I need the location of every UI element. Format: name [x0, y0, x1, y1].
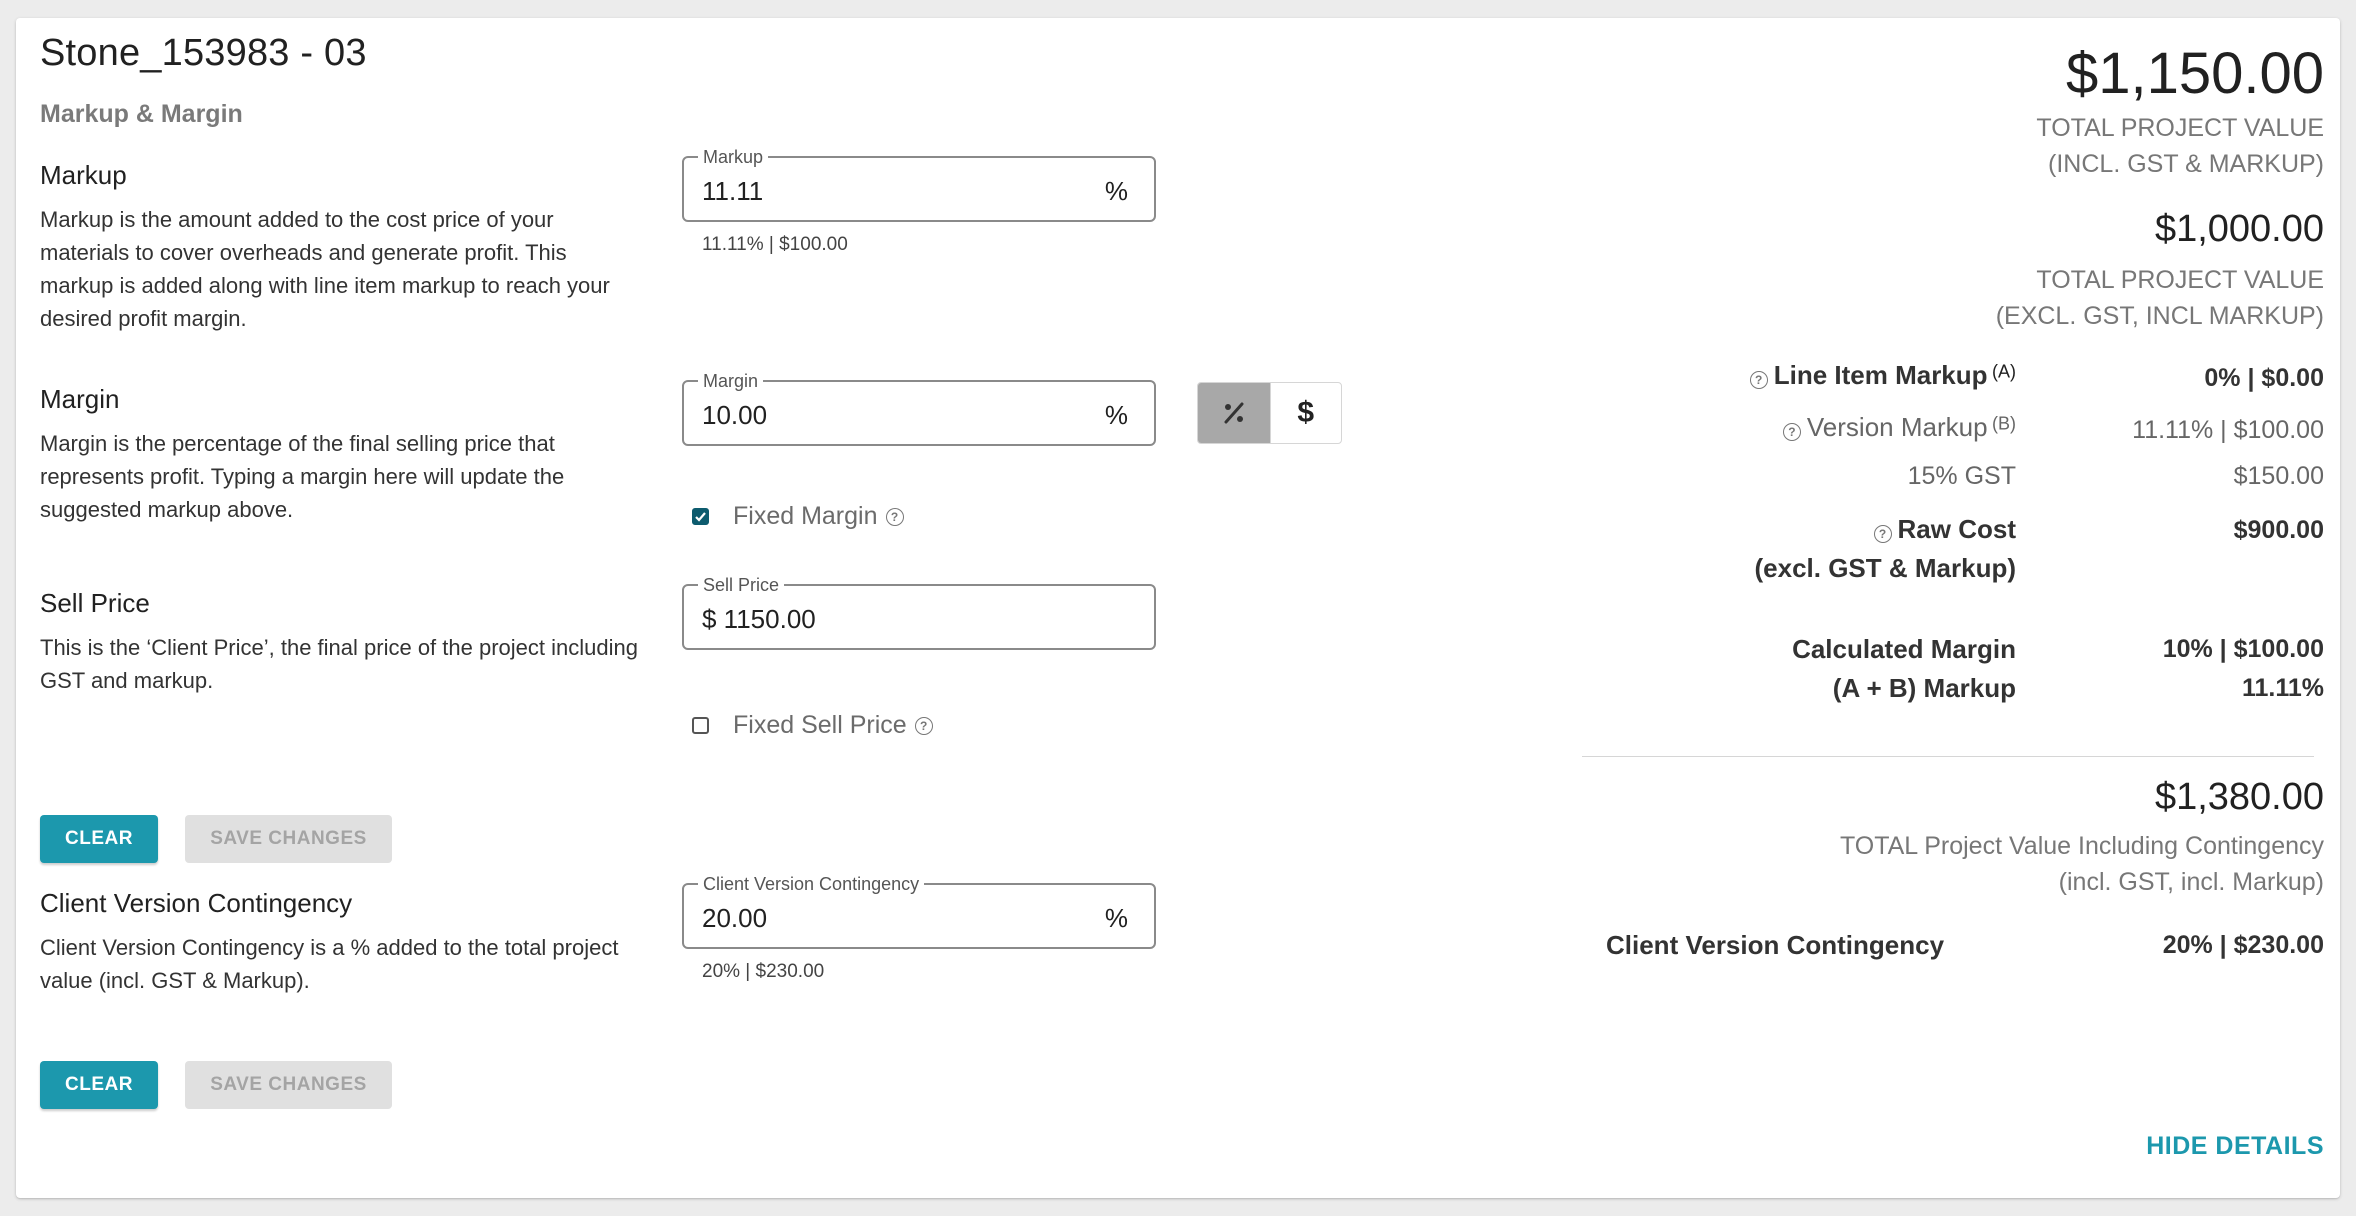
- clear-button[interactable]: CLEAR: [40, 1061, 158, 1109]
- line-item-markup-sup: (A): [1992, 361, 2016, 382]
- line-item-markup-row: ? Line Item Markup (A): [1749, 360, 2016, 391]
- contingency-caption-2: (incl. GST, incl. Markup): [2058, 868, 2324, 896]
- help-icon[interactable]: ?: [914, 716, 933, 735]
- sell-price-description: This is the ‘Client Price’, the final pr…: [40, 635, 638, 693]
- total-value-caption-2: (INCL. GST & MARKUP): [2048, 150, 2324, 178]
- fixed-sell-price-label: Fixed Sell Price: [733, 711, 907, 739]
- clear-button[interactable]: CLEAR: [40, 815, 158, 863]
- ab-markup-value: 11.11%: [2241, 674, 2324, 702]
- total-value-caption-1: TOTAL PROJECT VALUE: [2036, 114, 2324, 142]
- margin-unit: %: [1104, 400, 1128, 430]
- markup-description: Markup is the amount added to the cost p…: [40, 207, 610, 331]
- help-icon[interactable]: ?: [885, 507, 904, 526]
- excl-caption-1: TOTAL PROJECT VALUE: [2036, 266, 2324, 294]
- help-icon[interactable]: ?: [1749, 370, 1768, 389]
- contingency-total-value: $1,380.00: [2154, 776, 2324, 818]
- sell-price-heading: Sell Price: [40, 588, 150, 618]
- line-item-markup-value: 0% | $0.00: [2204, 364, 2324, 392]
- contingency-helper: 20% | $230.00: [702, 961, 825, 982]
- checkmark-icon: [695, 512, 706, 522]
- help-icon[interactable]: ?: [1782, 422, 1801, 441]
- summary-divider: [1582, 756, 2314, 757]
- client-version-contingency-label: Client Version Contingency: [1606, 930, 1945, 960]
- contingency-input[interactable]: Client Version Contingency 20.00 %: [682, 874, 1156, 949]
- ab-markup-label: (A + B) Markup: [1832, 673, 2016, 703]
- dollar-toggle-button[interactable]: $: [1269, 383, 1342, 443]
- fixed-sell-price-checkbox[interactable]: [692, 717, 709, 734]
- fixed-margin-label: Fixed Margin: [733, 502, 878, 530]
- raw-cost-value: $900.00: [2233, 516, 2324, 544]
- version-markup-sup: (B): [1992, 413, 2016, 434]
- fixed-margin-checkbox[interactable]: [692, 508, 709, 525]
- page-subtitle: Markup & Margin: [40, 100, 243, 128]
- version-markup-value: 11.11% | $100.00: [2132, 416, 2324, 444]
- calculated-margin-label: Calculated Margin: [1792, 634, 2016, 664]
- line-item-markup-label: Line Item Markup: [1773, 360, 1988, 390]
- calculated-margin-value: 10% | $100.00: [2162, 635, 2324, 663]
- margin-heading: Margin: [40, 384, 120, 414]
- raw-cost-sublabel: (excl. GST & Markup): [1754, 553, 2017, 583]
- markup-input-label: Markup: [698, 147, 769, 167]
- contingency-description: Client Version Contingency is a % added …: [40, 935, 619, 993]
- raw-cost-row: ? Raw Cost: [1873, 514, 2016, 545]
- sell-price-input[interactable]: Sell Price $ 1150.00: [682, 575, 1156, 650]
- contingency-input-label: Client Version Contingency: [698, 874, 925, 894]
- contingency-input-value: 20.00: [702, 903, 768, 933]
- gst-label: 15% GST: [1907, 462, 2016, 490]
- client-version-contingency-value: 20% | $230.00: [2162, 931, 2324, 959]
- margin-mode-toggle: $: [1197, 382, 1342, 444]
- markup-input[interactable]: Markup 11.11 %: [682, 147, 1156, 222]
- percent-icon: [1224, 402, 1244, 424]
- markup-helper: 11.11% | $100.00: [702, 234, 848, 255]
- markup-heading: Markup: [40, 160, 127, 190]
- contingency-heading: Client Version Contingency: [40, 888, 353, 918]
- fixed-margin-row[interactable]: Fixed Margin ?: [692, 502, 904, 531]
- margin-input-label: Margin: [698, 371, 764, 391]
- save-changes-button[interactable]: SAVE CHANGES: [185, 815, 392, 863]
- gst-value: $150.00: [2233, 462, 2324, 490]
- fixed-sell-price-row[interactable]: Fixed Sell Price ?: [692, 711, 933, 740]
- excl-caption-2: (EXCL. GST, INCL MARKUP): [1995, 302, 2324, 330]
- sell-price-input-label: Sell Price: [698, 575, 785, 595]
- percent-toggle-button[interactable]: [1198, 383, 1270, 443]
- markup-unit: %: [1104, 176, 1128, 206]
- raw-cost-label: Raw Cost: [1897, 514, 2016, 544]
- version-markup-row: ? Version Markup (B): [1782, 412, 2016, 443]
- hide-details-link[interactable]: HIDE DETAILS: [2146, 1132, 2324, 1161]
- margin-input-value: 10.00: [702, 400, 768, 430]
- markup-input-value: 11.11: [702, 176, 764, 206]
- save-changes-button[interactable]: SAVE CHANGES: [185, 1061, 392, 1109]
- help-icon[interactable]: ?: [1873, 524, 1892, 543]
- margin-description: Margin is the percentage of the final se…: [40, 431, 565, 522]
- margin-input[interactable]: Margin 10.00 %: [682, 371, 1156, 446]
- contingency-caption-1: TOTAL Project Value Including Contingenc…: [1839, 832, 2324, 860]
- total-project-value: $1,150.00: [2065, 41, 2324, 106]
- page-title: Stone_153983 - 03: [40, 32, 367, 74]
- contingency-unit: %: [1104, 903, 1128, 933]
- markup-margin-card: Stone_153983 - 03 Markup & Margin Markup…: [16, 18, 2340, 1198]
- version-markup-label: Version Markup: [1806, 412, 1988, 442]
- sell-price-input-value: $ 1150.00: [702, 604, 816, 634]
- excl-project-value: $1,000.00: [2154, 208, 2324, 250]
